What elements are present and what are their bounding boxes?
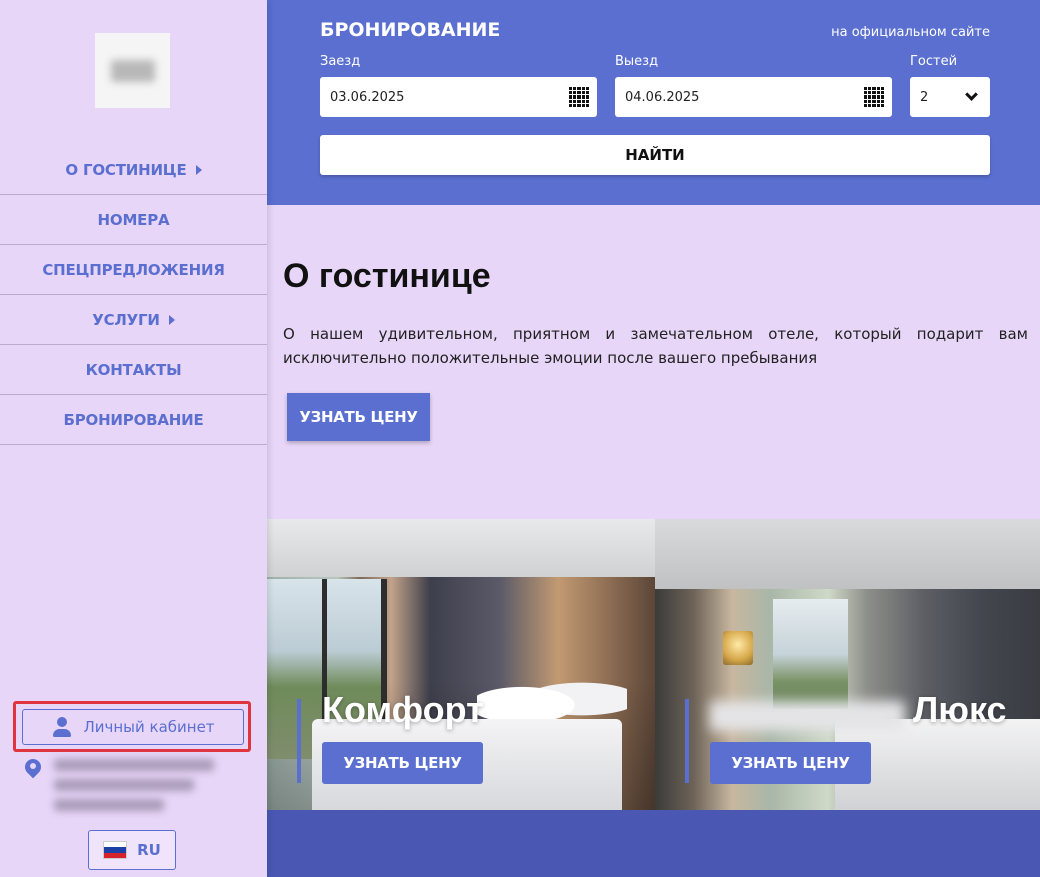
nav-item-label: НОМЕРА (97, 210, 170, 229)
map-pin-icon (24, 759, 42, 781)
nav-item-label: БРОНИРОВАНИЕ (63, 410, 204, 429)
booking-title: БРОНИРОВАНИЕ (320, 19, 501, 41)
nav-item-contacts[interactable]: КОНТАКТЫ (0, 345, 267, 395)
room-title-redacted (710, 701, 905, 731)
room-photo-lamp (723, 631, 753, 665)
nav-item-offers[interactable]: СПЕЦПРЕДЛОЖЕНИЯ (0, 245, 267, 295)
calendar-icon[interactable] (569, 87, 589, 107)
room-accent-bar (297, 699, 301, 783)
nav-item-services[interactable]: УСЛУГИ (0, 295, 267, 345)
chevron-down-icon (965, 88, 978, 101)
nav-item-rooms[interactable]: НОМЕРА (0, 195, 267, 245)
room-card-comfort[interactable]: Комфорт УЗНАТЬ ЦЕНУ (267, 519, 655, 810)
footer-band (267, 810, 1040, 877)
checkout-input[interactable]: 04.06.2025 (615, 77, 892, 117)
room-title: Люкс (913, 689, 1007, 730)
nav-item-about[interactable]: О ГОСТИНИЦЕ (0, 145, 267, 195)
language-switcher[interactable]: RU (88, 830, 176, 870)
user-icon (51, 716, 73, 738)
russia-flag-icon (103, 841, 128, 859)
check-price-button[interactable]: УЗНАТЬ ЦЕНУ (287, 393, 430, 441)
caret-right-icon (168, 314, 175, 325)
main-nav: О ГОСТИНИЦЕ НОМЕРА СПЕЦПРЕДЛОЖЕНИЯ УСЛУГ… (0, 145, 267, 445)
room-title: Комфорт (322, 689, 484, 730)
booking-panel: БРОНИРОВАНИЕ на официальном сайте Заезд … (267, 0, 1040, 205)
nav-item-booking[interactable]: БРОНИРОВАНИЕ (0, 395, 267, 445)
nav-item-label: КОНТАКТЫ (85, 360, 182, 379)
calendar-icon[interactable] (864, 87, 884, 107)
personal-cabinet-button[interactable]: Личный кабинет (22, 709, 244, 745)
rooms-section: Комфорт УЗНАТЬ ЦЕНУ Люкс УЗНАТЬ ЦЕНУ (267, 519, 1040, 810)
about-title: О гостинице (283, 257, 491, 295)
search-button[interactable]: НАЙТИ (320, 135, 990, 175)
room-price-button[interactable]: УЗНАТЬ ЦЕНУ (710, 742, 871, 784)
nav-item-label: О ГОСТИНИЦЕ (65, 160, 187, 179)
checkin-label: Заезд (320, 54, 361, 69)
guests-select[interactable]: 2 (910, 77, 990, 117)
official-site-note: на официальном сайте (831, 25, 990, 40)
checkout-label: Выезд (615, 54, 659, 69)
caret-right-icon (195, 164, 202, 175)
language-label: RU (137, 841, 161, 859)
checkin-value: 03.06.2025 (330, 89, 405, 105)
address-block (24, 757, 254, 823)
room-price-button[interactable]: УЗНАТЬ ЦЕНУ (322, 742, 483, 784)
guests-value: 2 (920, 89, 929, 105)
room-accent-bar (685, 699, 689, 783)
guests-label: Гостей (910, 54, 958, 69)
room-photo-window (773, 599, 848, 709)
checkin-input[interactable]: 03.06.2025 (320, 77, 597, 117)
address-text-redacted (54, 759, 224, 819)
checkout-value: 04.06.2025 (625, 89, 700, 105)
nav-item-label: УСЛУГИ (92, 310, 160, 329)
room-card-lux[interactable]: Люкс УЗНАТЬ ЦЕНУ (655, 519, 1040, 810)
room-photo-ceiling (655, 519, 1040, 589)
sidebar: О ГОСТИНИЦЕ НОМЕРА СПЕЦПРЕДЛОЖЕНИЯ УСЛУГ… (0, 0, 267, 877)
personal-cabinet-label: Личный кабинет (83, 718, 215, 736)
room-photo-ceiling (267, 519, 655, 577)
hotel-logo[interactable] (95, 33, 170, 108)
nav-item-label: СПЕЦПРЕДЛОЖЕНИЯ (42, 260, 225, 279)
about-description: О нашем удивительном, приятном и замечат… (283, 325, 1028, 367)
cabinet-highlight: Личный кабинет (13, 701, 251, 752)
